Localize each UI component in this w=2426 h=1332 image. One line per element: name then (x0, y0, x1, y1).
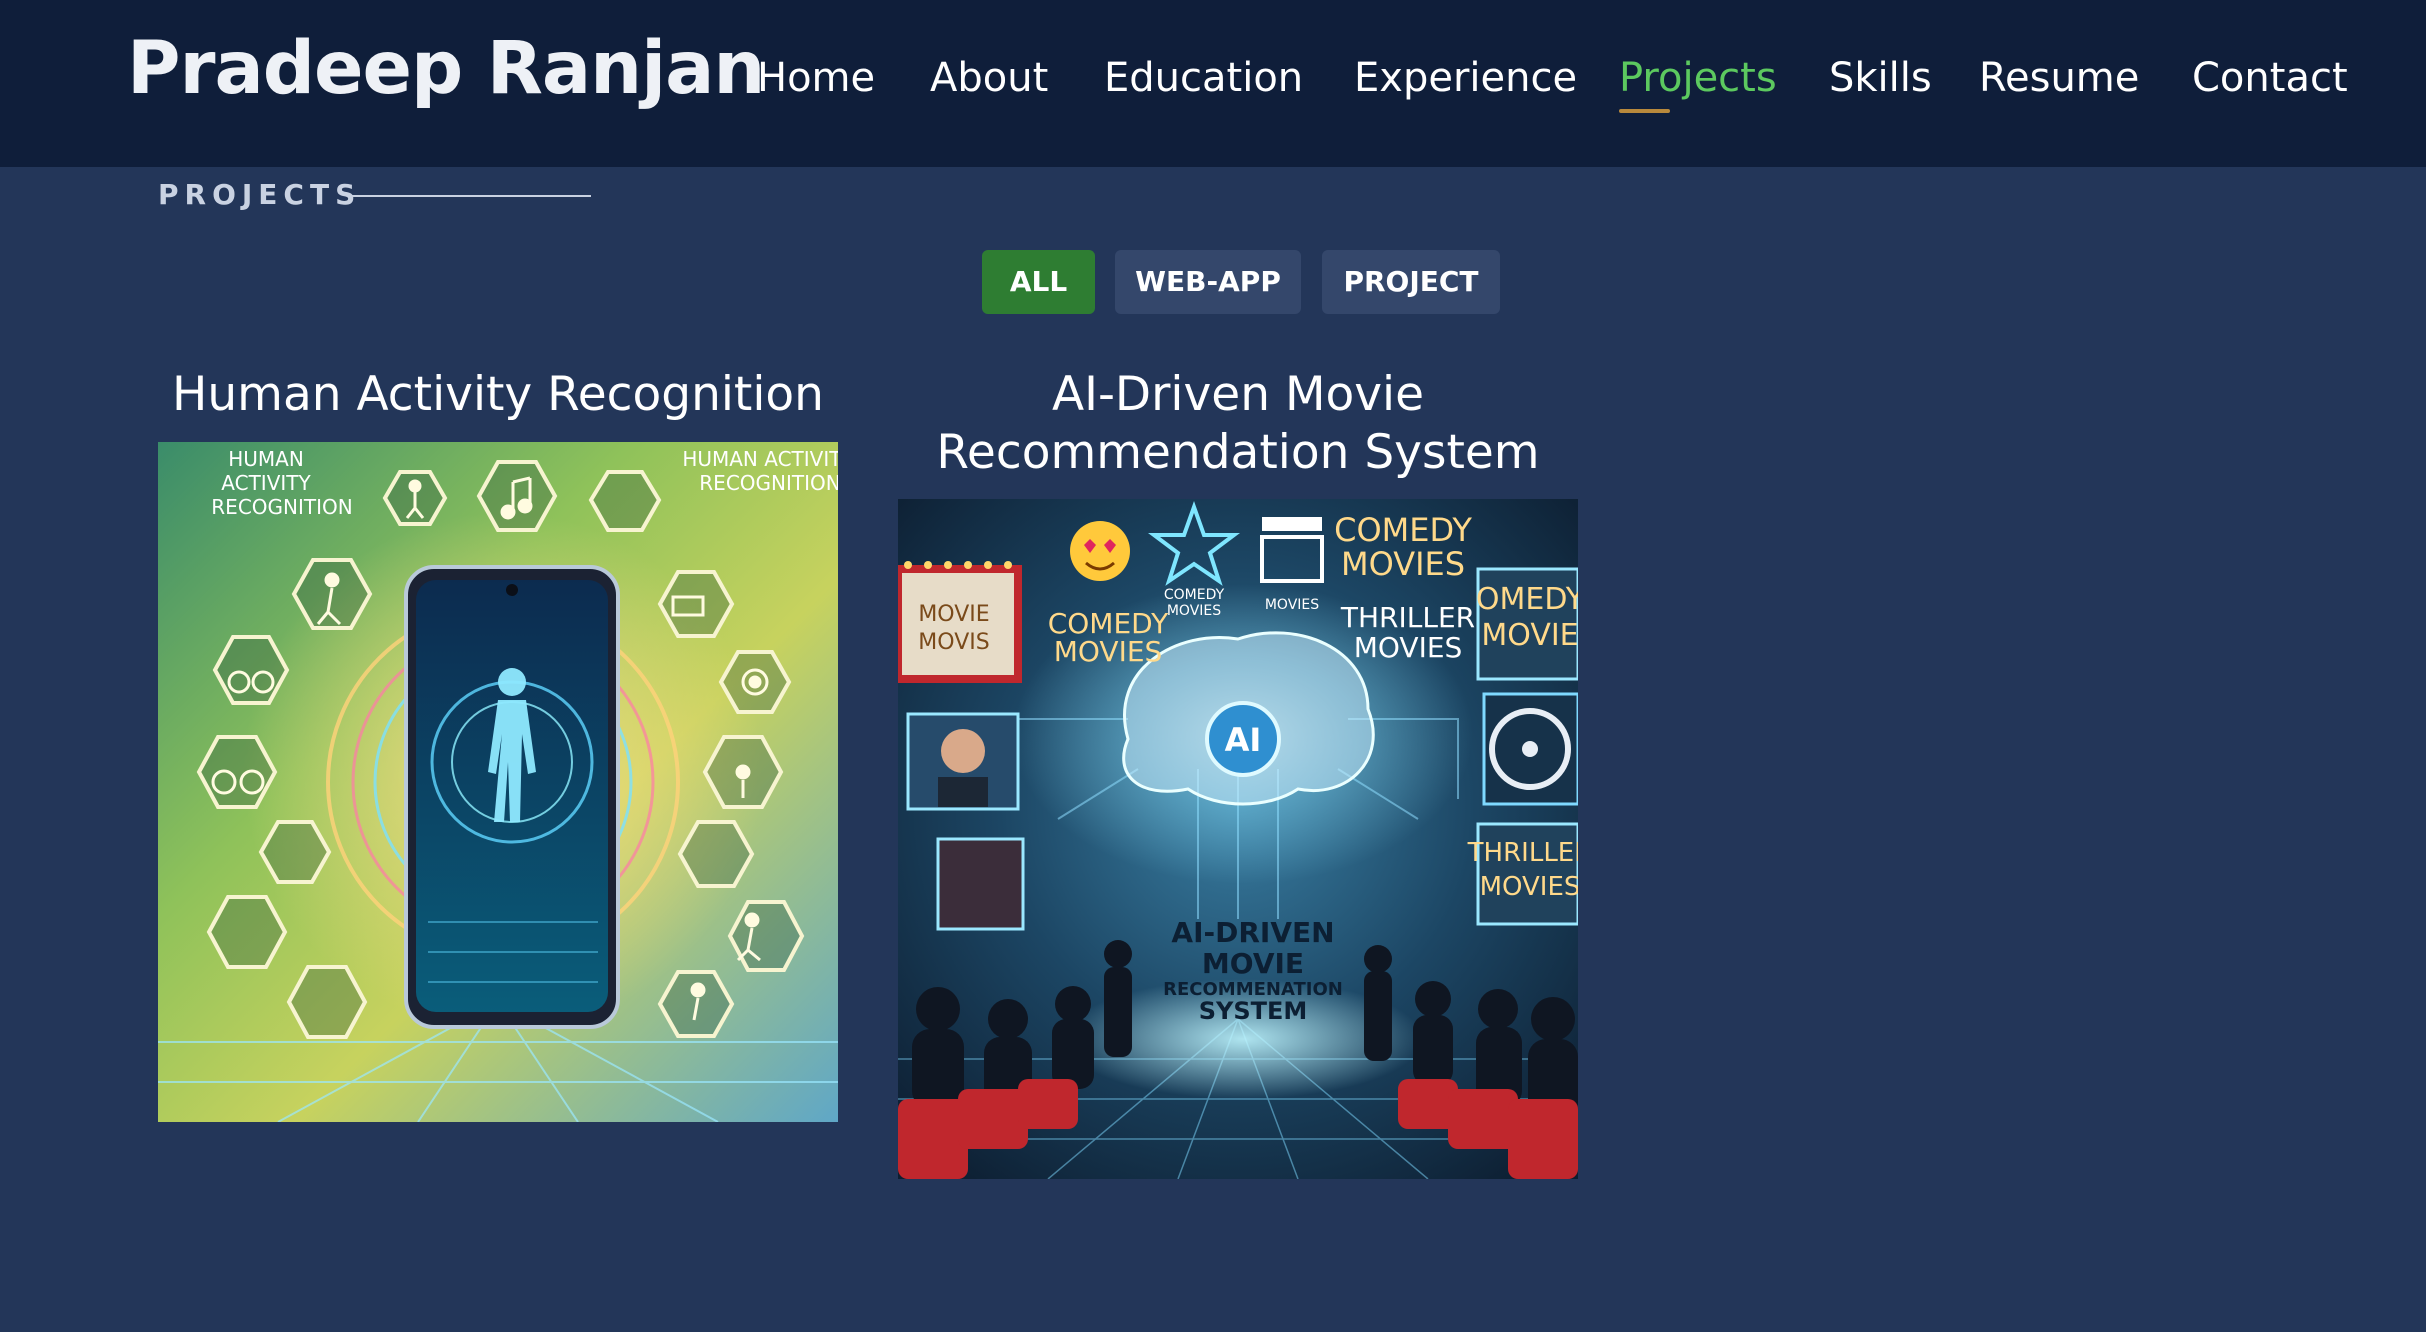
image-caption-text: MOVIS (918, 630, 989, 655)
project-title[interactable]: Human Activity Recognition (158, 366, 838, 424)
image-caption-text: AI-DRIVEN (1171, 916, 1334, 949)
image-caption-text: THRILLER (1467, 838, 1578, 868)
image-caption-text: RECOGNITION (699, 471, 838, 495)
image-caption-text: RECOGNITION (211, 495, 352, 519)
image-caption-text: MOVIES (1341, 545, 1465, 583)
section-title: PROJECTS (158, 178, 362, 211)
image-caption-text: MOVIES (1480, 872, 1578, 902)
nav-projects[interactable]: Projects (1619, 50, 1777, 106)
image-caption-text: MOVIES (1265, 597, 1319, 613)
filter-all-button[interactable]: ALL (982, 250, 1095, 314)
project-image-human-activity-recognition[interactable]: HUMAN ACTIVITY RECOGNITION HUMAN ACTIVIT… (158, 442, 838, 1122)
project-title[interactable]: AI-Driven Movie Recommendation System (898, 366, 1578, 482)
site-header: Pradeep Ranjan Home About Education Expe… (0, 0, 2426, 167)
brand-logo-text[interactable]: Pradeep Ranjan (127, 24, 765, 114)
section-title-divider (351, 195, 591, 197)
filter-web-app-button[interactable]: WEB-APP (1115, 250, 1301, 314)
nav-skills[interactable]: Skills (1829, 50, 1932, 106)
nav-active-underline (1619, 109, 1670, 113)
image-caption-text: MOVIES (1167, 603, 1221, 619)
nav-contact[interactable]: Contact (2192, 50, 2348, 106)
image-caption-text: SYSTEM (1199, 997, 1308, 1025)
nav-experience[interactable]: Experience (1354, 50, 1577, 106)
image-caption-text: MOVIE (1202, 947, 1304, 980)
project-title-line: AI-Driven Movie (1051, 367, 1425, 422)
nav-home[interactable]: Home (757, 50, 875, 106)
nav-education[interactable]: Education (1104, 50, 1303, 106)
filter-project-button[interactable]: PROJECT (1322, 250, 1500, 314)
project-image-ai-driven-movie-recommendation[interactable]: MOVIE MOVIS COMEDY MOVIES MOVIES COMEDY … (898, 499, 1578, 1179)
project-title-line: Recommendation System (936, 425, 1540, 480)
nav-resume[interactable]: Resume (1979, 50, 2139, 106)
image-caption-text: MOVIE (1481, 618, 1578, 653)
image-caption-text: COMEDY (1334, 511, 1472, 549)
nav-about[interactable]: About (930, 50, 1048, 106)
image-caption-text: COMEDY (1164, 587, 1225, 603)
image-caption-text: MOVIE (918, 602, 989, 627)
image-caption-text: MOVIES (1054, 635, 1163, 668)
image-caption-text: HUMAN ACTIVITY (682, 447, 838, 471)
image-caption-text: ACTIVITY (221, 471, 311, 495)
image-caption-text: OMEDY (1476, 582, 1578, 617)
image-caption-text: THRILLER (1340, 601, 1475, 634)
image-caption-text: MOVIES (1354, 631, 1463, 664)
image-caption-text: HUMAN (228, 447, 304, 471)
image-caption-text: AI (1225, 721, 1262, 759)
